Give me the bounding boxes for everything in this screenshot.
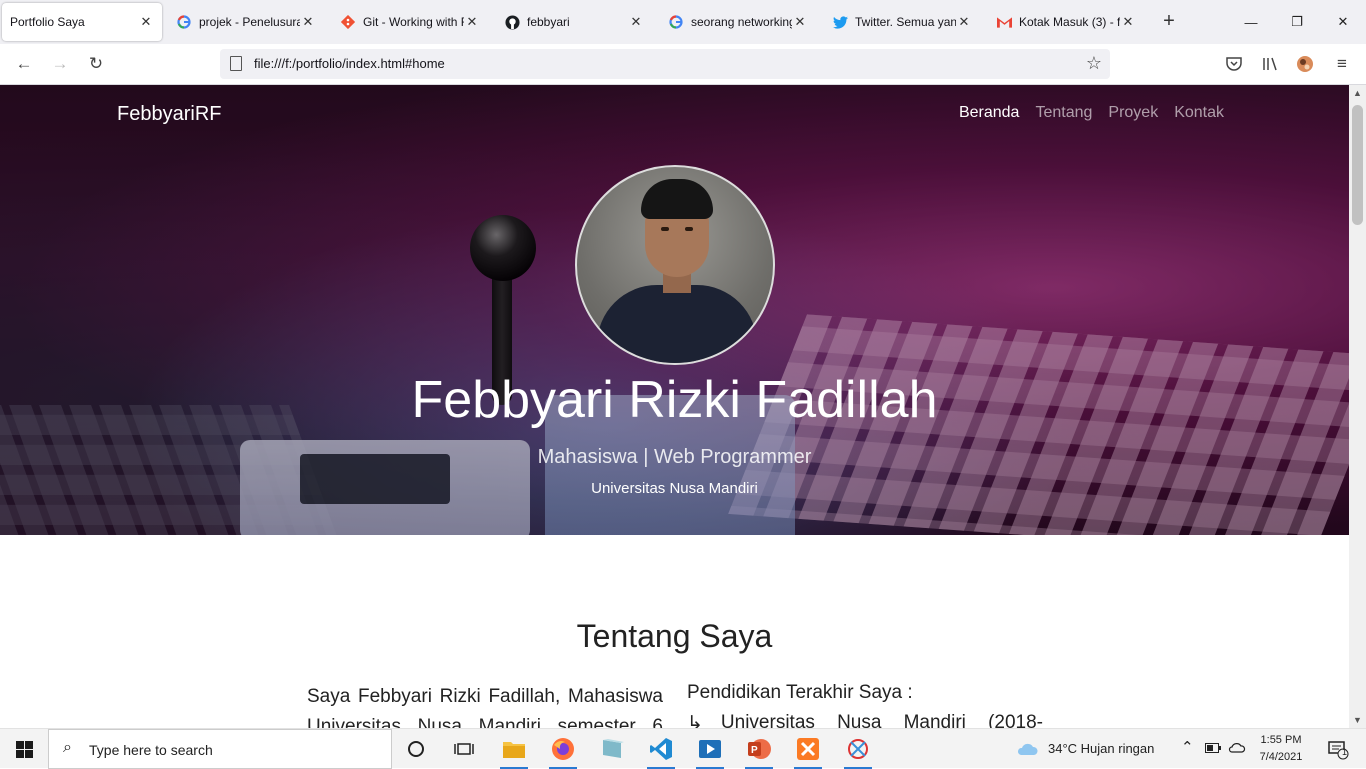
education-heading: Pendidikan Terakhir Saya : xyxy=(687,682,913,703)
menu-item-proyek[interactable]: Proyek xyxy=(1108,104,1158,122)
new-tab-button[interactable]: + xyxy=(1158,11,1180,33)
close-icon[interactable]: ✕ xyxy=(956,14,972,30)
tab-title: Kotak Masuk (3) - febbyari xyxy=(1019,15,1120,29)
chevron-up-icon[interactable]: ⌃ xyxy=(1181,738,1194,756)
minimize-button[interactable]: — xyxy=(1228,0,1274,44)
library-icon[interactable] xyxy=(1258,52,1282,76)
about-title: Tentang Saya xyxy=(576,618,773,654)
url-bar[interactable]: file:///f:/portfolio/index.html#home ☆ xyxy=(220,49,1110,79)
app-icon[interactable] xyxy=(588,729,636,769)
task-view-icon[interactable] xyxy=(440,729,488,769)
media-player-icon[interactable] xyxy=(686,729,734,769)
menu-item-kontak[interactable]: Kontak xyxy=(1174,104,1224,122)
reload-icon[interactable]: ↻ xyxy=(84,52,108,76)
url-text[interactable]: file:///f:/portfolio/index.html#home xyxy=(254,56,445,71)
xampp-icon[interactable] xyxy=(784,729,832,769)
scroll-down-icon[interactable]: ▼ xyxy=(1349,715,1366,725)
tab-google-networking[interactable]: seorang networking ✕ xyxy=(660,3,816,41)
tab-strip: Portfolio Saya ✕ projek - Penelusuran ✕ … xyxy=(0,0,1366,44)
close-icon[interactable]: ✕ xyxy=(1120,14,1136,30)
tab-gmail[interactable]: Kotak Masuk (3) - febbyari ✕ xyxy=(988,3,1144,41)
navigation-bar: ← → ↻ file:///f:/portfolio/index.html#ho… xyxy=(0,44,1366,85)
site-brand[interactable]: FebbyariRF xyxy=(117,103,221,126)
scrollbar-thumb[interactable] xyxy=(1352,105,1363,225)
education-item: ↳ Universitas Nusa Mandiri (2018- xyxy=(687,712,1043,728)
file-explorer-icon[interactable] xyxy=(490,729,538,769)
tab-git[interactable]: Git - Working with Remotes ✕ xyxy=(332,3,488,41)
menu-item-beranda[interactable]: Beranda xyxy=(959,104,1020,122)
windows-start-button[interactable] xyxy=(0,729,48,769)
forward-arrow-icon[interactable]: → xyxy=(48,52,72,76)
restore-button[interactable]: ❐ xyxy=(1274,0,1320,44)
education-text: Universitas Nusa Mandiri (2018- xyxy=(720,712,1043,728)
bookmark-star-icon[interactable]: ☆ xyxy=(1086,53,1102,74)
weather-icon[interactable] xyxy=(1012,729,1042,769)
profile-photo xyxy=(575,165,775,365)
tab-title: Git - Working with Remotes xyxy=(363,15,464,29)
hero-section: FebbyariRF Beranda Tentang Proyek Kontak… xyxy=(0,85,1349,535)
clock-time: 1:55 PM xyxy=(1260,734,1302,746)
cortana-icon[interactable] xyxy=(392,729,440,769)
site-menu: Beranda Tentang Proyek Kontak xyxy=(959,104,1224,122)
page-icon xyxy=(230,56,242,71)
tab-title: seorang networking xyxy=(691,15,792,29)
about-line-1: Saya Febbyari Rizki Fadillah, Mahasiswa xyxy=(307,686,663,707)
tab-twitter[interactable]: Twitter. Semua yang ✕ xyxy=(824,3,980,41)
tab-github[interactable]: febbyari ✕ xyxy=(496,3,652,41)
page-viewport: FebbyariRF Beranda Tentang Proyek Kontak… xyxy=(0,85,1349,728)
hero-name: Febbyari Rizki Fadillah xyxy=(411,371,938,429)
snipping-tool-icon[interactable] xyxy=(834,729,882,769)
google-icon xyxy=(668,14,684,30)
clock-date: 7/4/2021 xyxy=(1259,751,1303,763)
tab-title: Twitter. Semua yang xyxy=(855,15,956,29)
hero-role: Mahasiswa | Web Programmer xyxy=(537,446,812,468)
battery-icon[interactable] xyxy=(1205,741,1221,756)
twitter-icon xyxy=(832,14,848,30)
vscode-icon[interactable] xyxy=(637,729,685,769)
scroll-up-icon[interactable]: ▲ xyxy=(1349,88,1366,98)
taskbar-search[interactable]: ⌕ Type here to search xyxy=(48,729,392,769)
git-icon xyxy=(340,14,356,30)
page-scrollbar[interactable]: ▲ ▼ xyxy=(1349,85,1366,728)
github-icon xyxy=(504,14,520,30)
notification-count: 1 xyxy=(1342,747,1348,757)
notification-icon[interactable]: 1 xyxy=(1318,729,1358,769)
tab-title: Portfolio Saya xyxy=(10,15,85,29)
site-navbar: FebbyariRF Beranda Tentang Proyek Kontak xyxy=(0,85,1349,145)
windows-logo-icon xyxy=(15,740,33,758)
tab-title: projek - Penelusuran xyxy=(199,15,300,29)
tab-title: febbyari xyxy=(527,15,570,29)
tab-google-projek[interactable]: projek - Penelusuran ✕ xyxy=(168,3,324,41)
taskbar: ⌕ Type here to search P 34°C Hujan ringa… xyxy=(0,728,1366,769)
about-line-2: Universitas Nusa Mandiri semester 6 xyxy=(307,716,663,728)
search-placeholder: Type here to search xyxy=(89,742,213,758)
google-icon xyxy=(176,14,192,30)
close-icon[interactable]: ✕ xyxy=(464,14,480,30)
firefox-icon[interactable] xyxy=(539,729,587,769)
powerpoint-icon[interactable]: P xyxy=(735,729,783,769)
hero-university: Universitas Nusa Mandiri xyxy=(591,480,758,497)
clock[interactable]: 1:55 PM 7/4/2021 xyxy=(1256,732,1306,766)
close-icon[interactable]: ✕ xyxy=(628,14,644,30)
search-icon: ⌕ xyxy=(63,739,72,756)
arrow-icon: ↳ xyxy=(687,713,703,728)
weather-text[interactable]: 34°C Hujan ringan xyxy=(1048,741,1154,756)
cloud-icon[interactable] xyxy=(1228,741,1246,756)
gmail-icon xyxy=(996,14,1012,30)
about-paragraph: Saya Febbyari Rizki Fadillah, Mahasiswa … xyxy=(307,682,663,728)
close-icon[interactable]: ✕ xyxy=(792,14,808,30)
account-avatar-icon[interactable] xyxy=(1293,52,1317,76)
menu-item-tentang[interactable]: Tentang xyxy=(1035,104,1092,122)
back-arrow-icon[interactable]: ← xyxy=(12,52,36,76)
svg-text:P: P xyxy=(751,745,758,756)
close-icon[interactable]: ✕ xyxy=(138,14,154,30)
close-window-button[interactable]: ✕ xyxy=(1320,0,1366,44)
close-icon[interactable]: ✕ xyxy=(300,14,316,30)
pocket-icon[interactable] xyxy=(1222,52,1246,76)
menu-hamburger-icon[interactable]: ≡ xyxy=(1330,52,1354,76)
tab-portfolio[interactable]: Portfolio Saya ✕ xyxy=(2,3,162,41)
